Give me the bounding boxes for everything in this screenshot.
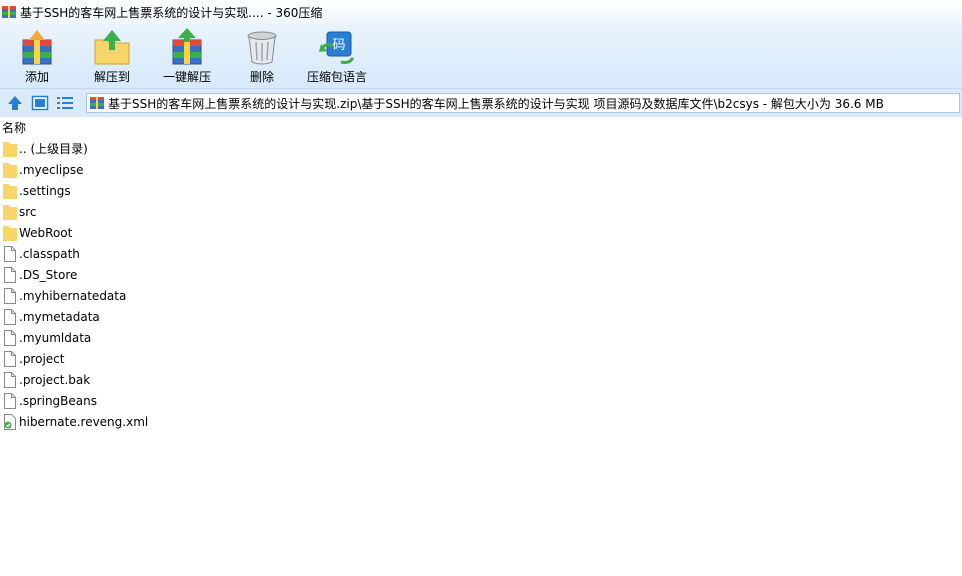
- folder-icon: [3, 183, 17, 199]
- up-arrow-icon[interactable]: [6, 94, 24, 112]
- list-item[interactable]: .DS_Store: [0, 264, 962, 285]
- file-icon: [4, 350, 16, 367]
- extract-to-button[interactable]: 解压到: [80, 28, 144, 86]
- item-name: .DS_Store: [19, 267, 78, 282]
- list-item[interactable]: .project: [0, 348, 962, 369]
- item-name: .settings: [19, 183, 71, 198]
- file-icon: [4, 371, 16, 388]
- folder-icon: [3, 141, 17, 157]
- thumbnail-view-icon[interactable]: [31, 94, 49, 112]
- list-item[interactable]: .myumldata: [0, 327, 962, 348]
- item-name: .project: [19, 351, 65, 366]
- one-click-extract-button[interactable]: 一键解压: [155, 28, 219, 86]
- file-icon: [4, 245, 16, 262]
- folder-icon: [3, 225, 17, 241]
- add-button[interactable]: 添加: [5, 28, 69, 86]
- list-item[interactable]: WebRoot: [0, 222, 962, 243]
- list-item[interactable]: .myeclipse: [0, 159, 962, 180]
- list-view-icon[interactable]: [56, 94, 74, 112]
- item-name: .project.bak: [19, 372, 91, 387]
- file-icon: [4, 308, 16, 325]
- item-name: src: [19, 204, 37, 219]
- extract-to-icon: [94, 30, 130, 65]
- add-archive-icon: [22, 30, 52, 65]
- file-icon: [4, 392, 16, 409]
- list-item[interactable]: src: [0, 201, 962, 222]
- archive-icon: [90, 97, 104, 109]
- archive-language-icon: 码: [319, 31, 355, 64]
- list-item[interactable]: .project.bak: [0, 369, 962, 390]
- item-name: .myhibernatedata: [19, 288, 127, 303]
- list-item[interactable]: .settings: [0, 180, 962, 201]
- file-icon: [4, 329, 16, 346]
- file-icon: [4, 266, 16, 283]
- list-header: 名称: [0, 117, 962, 138]
- item-name: .myeclipse: [19, 162, 84, 177]
- trash-icon: [247, 31, 277, 65]
- path-text: 基于SSH的客车网上售票系统的设计与实现.zip\基于SSH的客车网上售票系统的…: [108, 96, 884, 111]
- list-item[interactable]: hibernate.reveng.xml: [0, 411, 962, 432]
- title-bar: 基于SSH的客车网上售票系统的设计与实现.... - 360压缩: [0, 0, 962, 24]
- one-click-extract-icon: [172, 28, 202, 65]
- item-name: hibernate.reveng.xml: [19, 414, 149, 429]
- column-header-name[interactable]: 名称: [2, 119, 26, 136]
- file-list: .. (上级目录) .myeclipse .settings src WebRo…: [0, 138, 962, 432]
- list-item[interactable]: .mymetadata: [0, 306, 962, 327]
- svg-text:码: 码: [332, 38, 345, 53]
- list-item[interactable]: .springBeans: [0, 390, 962, 411]
- folder-icon: [3, 204, 17, 220]
- archive-language-button[interactable]: 码 压缩包语言: [305, 28, 369, 86]
- address-bar: 基于SSH的客车网上售票系统的设计与实现.zip\基于SSH的客车网上售票系统的…: [0, 88, 962, 117]
- item-name: .. (上级目录): [19, 142, 88, 156]
- list-item[interactable]: .classpath: [0, 243, 962, 264]
- item-name: .mymetadata: [19, 309, 100, 324]
- item-name: WebRoot: [19, 225, 73, 240]
- toolbar: 添加 解压到 一键解压 删除 码 压缩包语言: [0, 24, 962, 88]
- xml-file-icon: [4, 413, 16, 430]
- item-name: .myumldata: [19, 330, 92, 345]
- path-field[interactable]: 基于SSH的客车网上售票系统的设计与实现.zip\基于SSH的客车网上售票系统的…: [86, 93, 960, 113]
- item-name: .springBeans: [19, 393, 97, 408]
- delete-button[interactable]: 删除: [230, 28, 294, 86]
- list-item-parent-directory[interactable]: .. (上级目录): [0, 138, 962, 159]
- item-name: .classpath: [19, 246, 80, 261]
- folder-icon: [3, 162, 17, 178]
- window-title: 基于SSH的客车网上售票系统的设计与实现.... - 360压缩: [20, 5, 323, 20]
- app-logo-icon: [2, 6, 16, 18]
- list-item[interactable]: .myhibernatedata: [0, 285, 962, 306]
- file-icon: [4, 287, 16, 304]
